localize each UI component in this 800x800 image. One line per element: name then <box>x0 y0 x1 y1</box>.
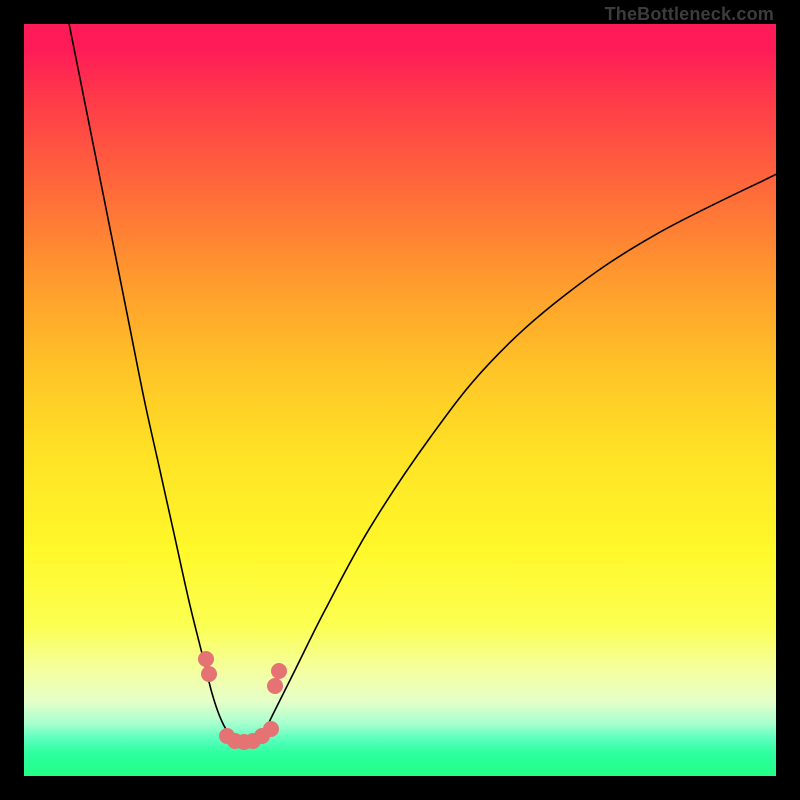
curve-marker <box>271 663 287 679</box>
watermark-text: TheBottleneck.com <box>605 4 774 25</box>
bottleneck-curve <box>24 24 776 776</box>
chart-frame: TheBottleneck.com <box>24 24 776 776</box>
chart-stage: TheBottleneck.com <box>0 0 800 800</box>
curve-marker <box>267 678 283 694</box>
curve-marker <box>263 721 279 737</box>
